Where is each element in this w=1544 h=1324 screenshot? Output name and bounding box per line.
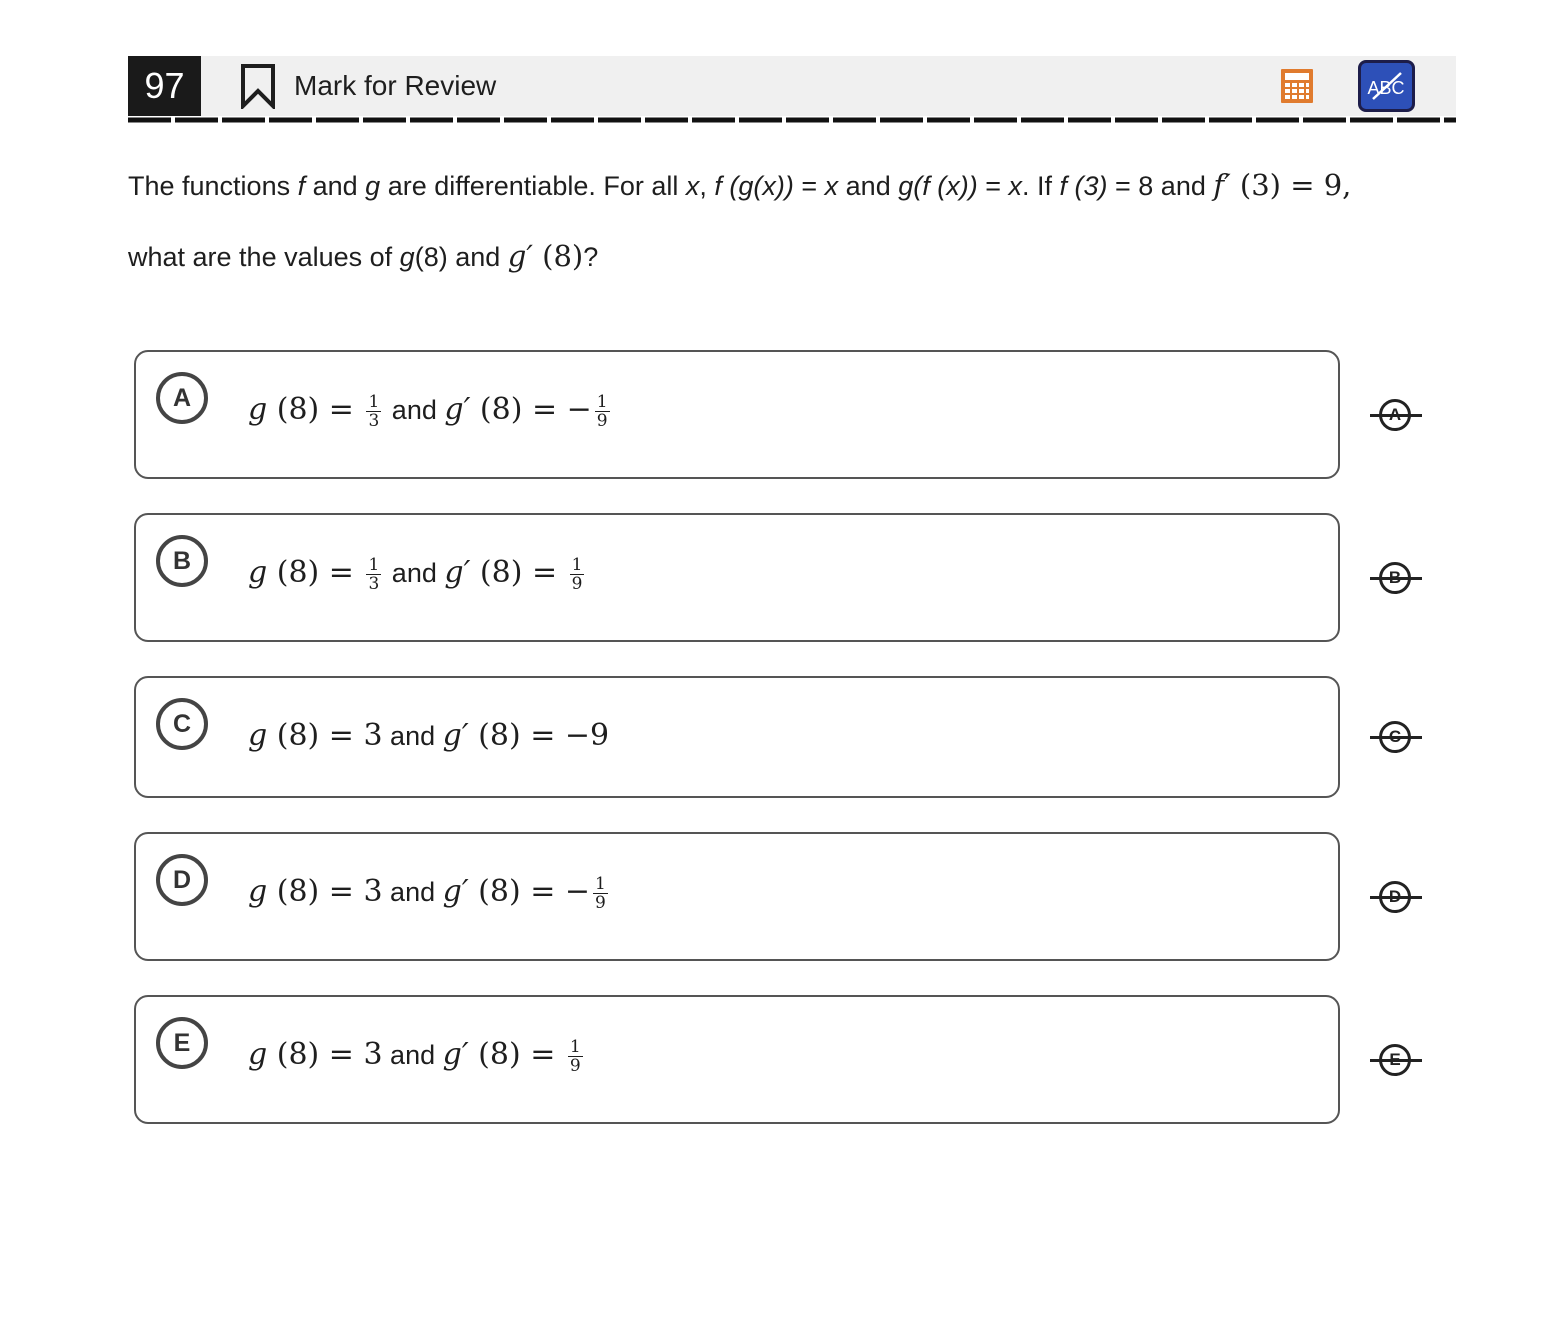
choice-letter-e: E — [156, 1017, 208, 1069]
bookmark-icon[interactable] — [240, 63, 276, 109]
question-header: 97 Mark for Review ABC — [128, 56, 1456, 116]
eliminate-choice-c[interactable]: C — [1370, 720, 1422, 754]
choice-letter-c: C — [156, 698, 208, 750]
abc-strikethrough-icon: ABC — [1367, 72, 1405, 100]
eliminate-choice-b[interactable]: B — [1370, 561, 1422, 595]
choice-letter-b: B — [156, 535, 208, 587]
calculator-icon[interactable] — [1280, 68, 1314, 104]
answer-choice-a[interactable]: A g (8) = 13 and g′ (8) = −1 9 — [134, 350, 1340, 479]
answer-eliminator-toggle[interactable]: ABC — [1358, 60, 1415, 112]
mark-for-review-label[interactable]: Mark for Review — [294, 56, 496, 116]
answer-choice-c[interactable]: C g (8) = 3 and g′ (8) = −9 — [134, 676, 1340, 798]
answer-choice-e[interactable]: E g (8) = 3 and g′ (8) = 19 — [134, 995, 1340, 1124]
answer-choice-b[interactable]: B g (8) = 13 and g′ (8) = 19 — [134, 513, 1340, 642]
choice-text-b: g (8) = 13 and g′ (8) = 19 — [248, 555, 585, 595]
choice-letter-d: D — [156, 854, 208, 906]
choice-text-e: g (8) = 3 and g′ (8) = 19 — [248, 1037, 583, 1077]
question-number: 97 — [128, 56, 201, 116]
choice-text-d: g (8) = 3 and g′ (8) = −1 9 — [248, 874, 608, 914]
question-stem: The functions f and g are differentiable… — [128, 168, 1352, 273]
eliminate-choice-d[interactable]: D — [1370, 880, 1422, 914]
choice-text-a: g (8) = 13 and g′ (8) = −1 9 — [248, 392, 610, 432]
choice-text-c: g (8) = 3 and g′ (8) = −9 — [248, 718, 610, 753]
header-dashed-rule — [128, 117, 1456, 123]
eliminate-choice-e[interactable]: E — [1370, 1043, 1422, 1077]
choice-letter-a: A — [156, 372, 208, 424]
eliminate-choice-a[interactable]: A — [1370, 398, 1422, 432]
answer-choice-d[interactable]: D g (8) = 3 and g′ (8) = −1 9 — [134, 832, 1340, 961]
